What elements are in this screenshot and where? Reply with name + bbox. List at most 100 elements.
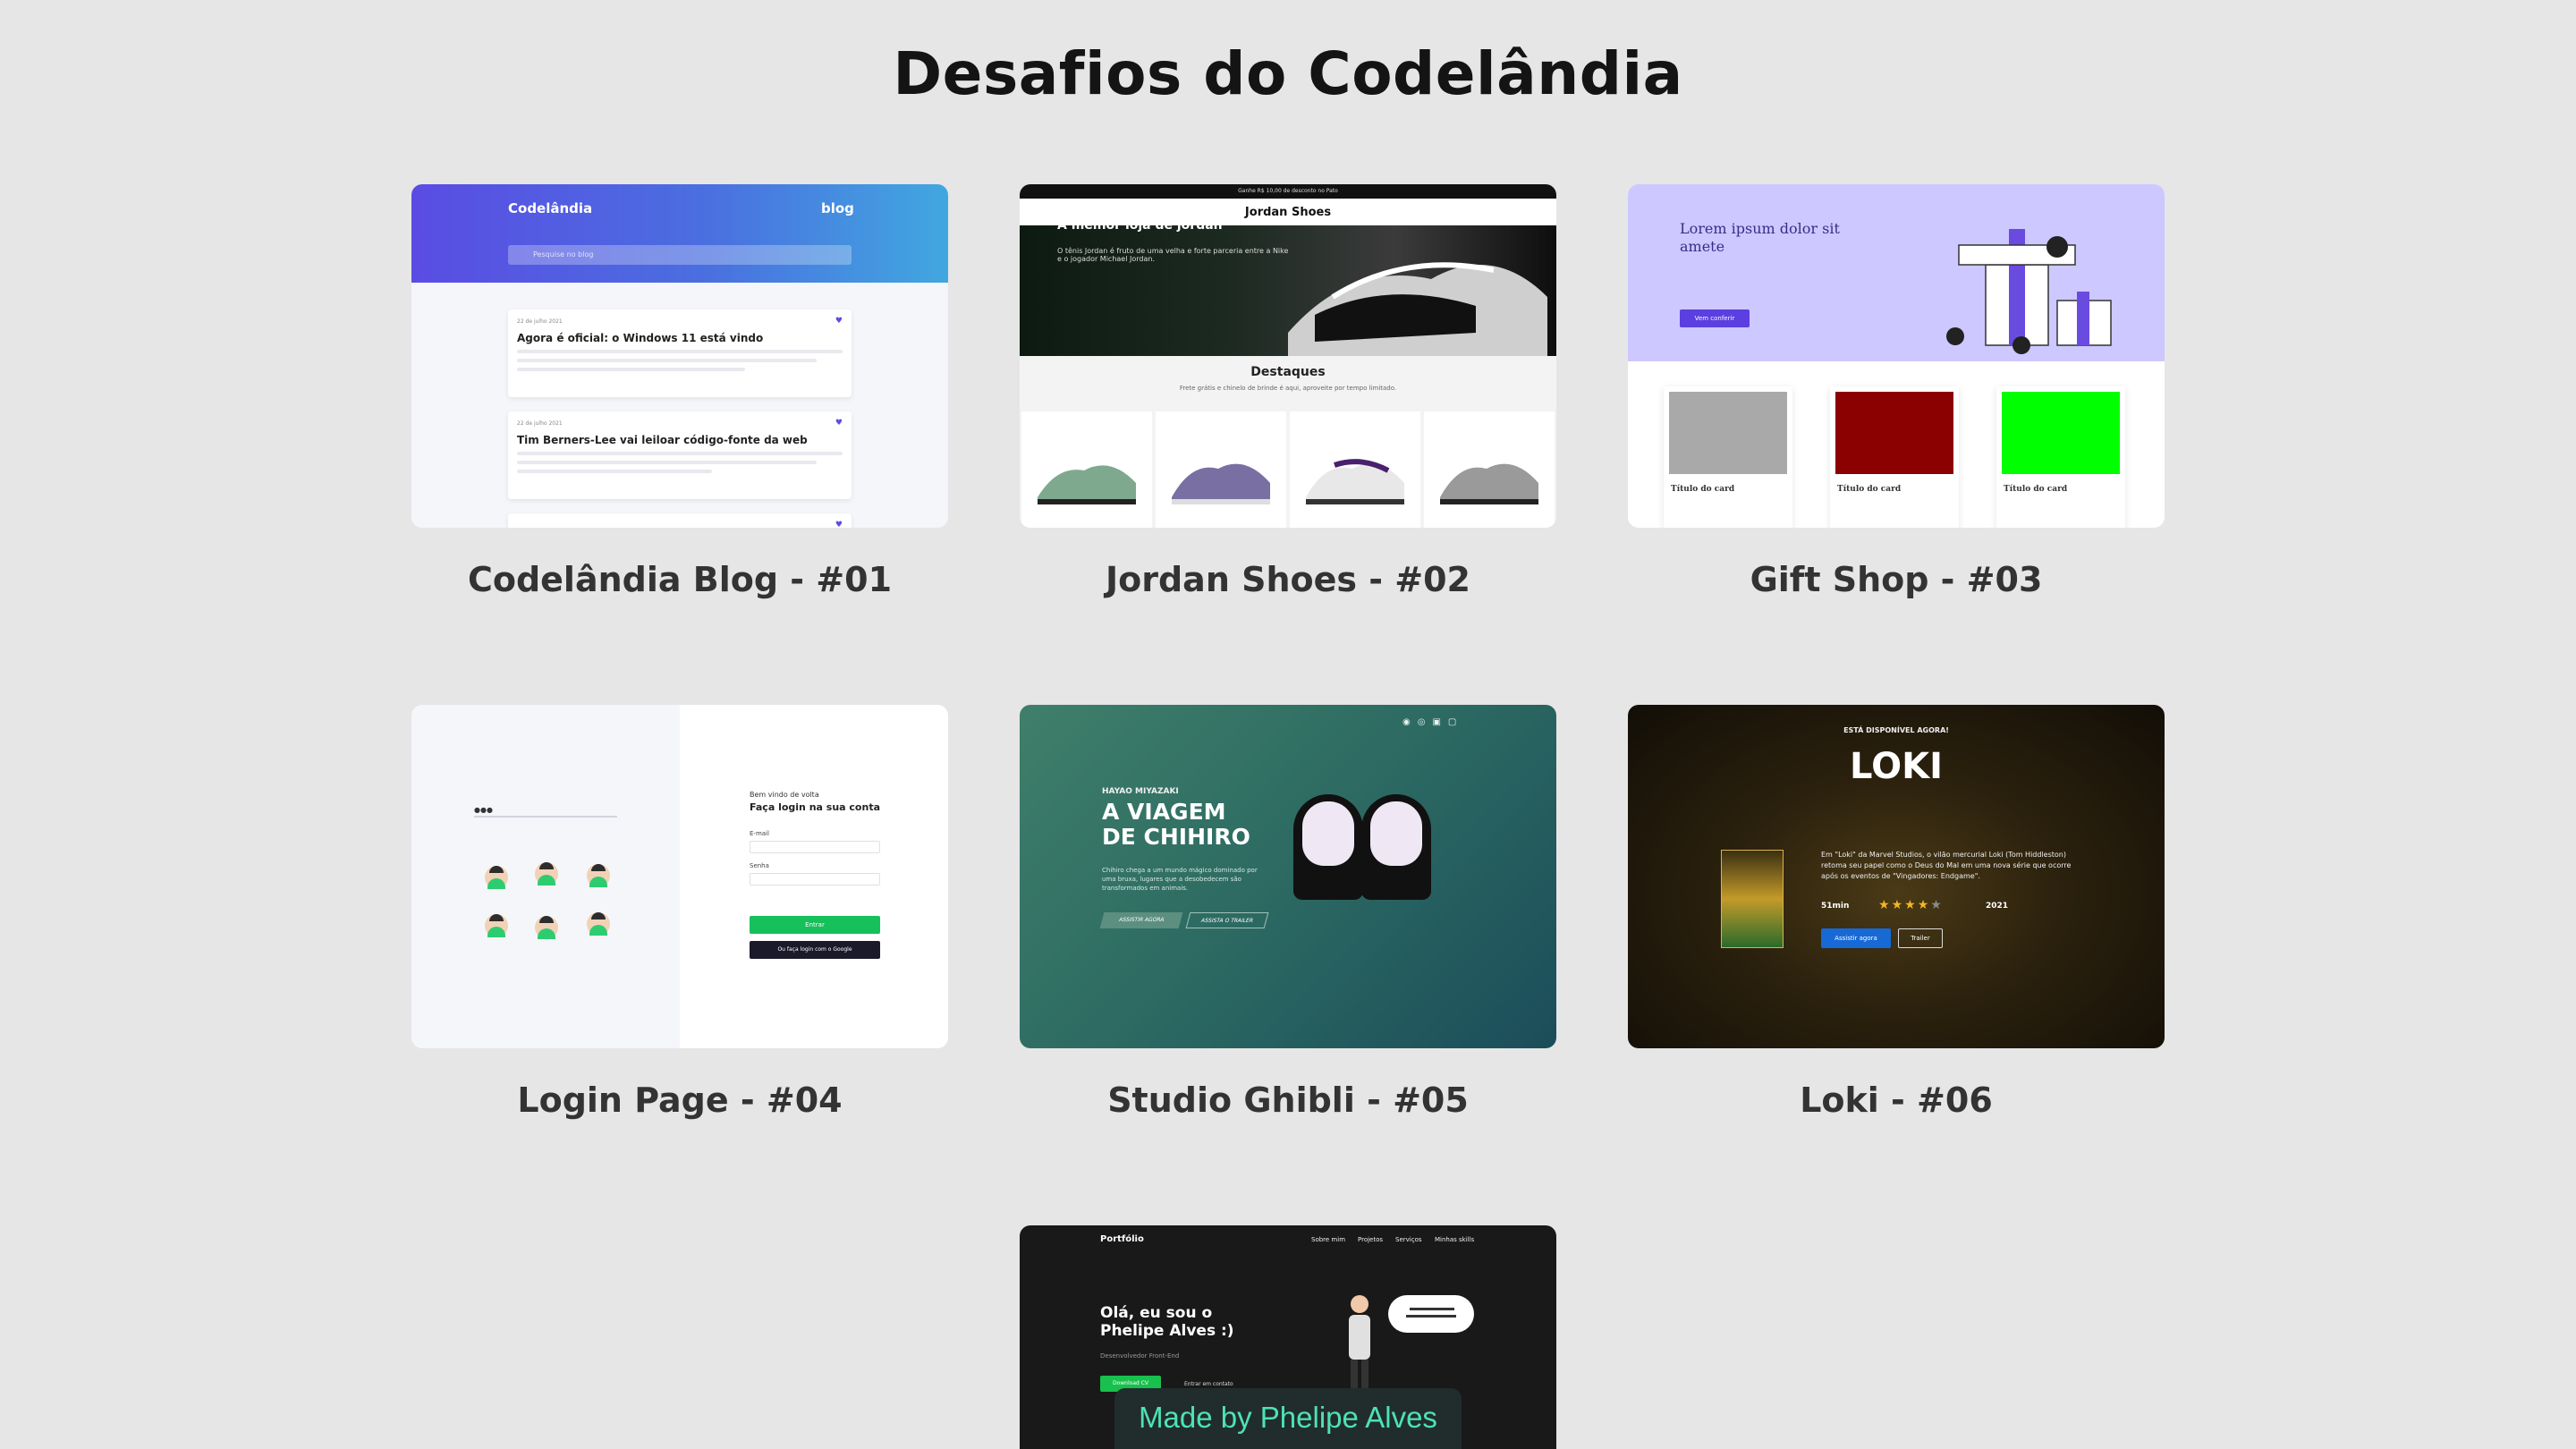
hero-kicker: ESTÁ DISPONÍVEL AGORA! [1843,726,1949,734]
project-card-gift-shop[interactable]: Lorem ipsum dolor sit amete Vem conferir… [1628,184,2165,599]
no-face-figure [1361,794,1431,900]
star-icon: ★ [1930,898,1944,912]
made-by-badge[interactable]: Made by Phelipe Alves [1114,1388,1462,1449]
divider [474,816,617,818]
hero-title: Lorem ipsum dolor sit amete [1680,220,1840,255]
login-form-panel: Bem vindo de volta Faça login na sua con… [680,705,948,1048]
hero-title-line: Olá, eu sou o [1100,1304,1213,1322]
card-title: Título do card [2004,485,2068,494]
post-date: 22 de julho 2021 [517,318,563,325]
project-card-jordan[interactable]: Ganhe R$ 10,00 de desconto no Pato Jorda… [1020,184,1556,599]
card-image [1669,392,1787,474]
project-card-ghibli[interactable]: ◉◎▣▢ HAYAO MIYAZAKI A VIAGEM DE CHIHIRO … [1020,705,1556,1120]
project-title[interactable]: Jordan Shoes - #02 [966,560,1610,599]
hero-title: LOKI [1850,746,1943,787]
welcome-text: Bem vindo de volta [750,791,819,799]
project-title[interactable]: Login Page - #04 [358,1080,1002,1120]
text-line [517,452,843,455]
sneaker-image [1306,459,1404,504]
avatar [587,912,610,936]
avatar [535,916,558,939]
post-title: Agora é oficial: o Windows 11 está vindo [517,332,764,344]
dots-icon: ●●● [474,806,493,814]
project-title[interactable]: Gift Shop - #03 [1574,560,2218,599]
password-field [750,873,880,886]
star-icon: ★ [1917,898,1931,912]
nav-item: Minhas skills [1435,1236,1475,1243]
project-title[interactable]: Codelândia Blog - #01 [358,560,1002,599]
page-title: Desafios do Codelândia [893,39,1683,108]
card-title: Título do card [1671,485,1735,494]
heart-icon: ♥ [835,521,843,528]
hero-kicker: HAYAO MIYAZAKI [1102,787,1179,796]
hero-title-line: A VIAGEM [1102,799,1226,825]
product-card [1424,411,1555,528]
blog-post: ♥ 22 de julho 2021 Agora é oficial: o Wi… [508,309,852,397]
project-thumbnail[interactable]: ◉◎▣▢ HAYAO MIYAZAKI A VIAGEM DE CHIHIRO … [1020,705,1556,1048]
project-thumbnail[interactable]: ●●● Bem vindo de volta Faça login na sua… [411,705,948,1048]
star-icon: ★ [1904,898,1918,912]
avatar [587,864,610,887]
card-image [2002,392,2120,474]
hero-title-line: DE CHIHIRO [1102,824,1250,850]
poster-image [1721,850,1784,948]
project-title[interactable]: Loki - #06 [1574,1080,2218,1120]
text-line [517,359,817,362]
star-icon: ★ [1878,898,1892,912]
jordan-hero [1020,225,1556,356]
avatar [485,866,508,889]
contact-link: Entrar em contato [1184,1381,1233,1387]
hero-title: A melhor loja de jordan [1057,218,1223,233]
card-image [1835,392,1953,474]
role-text: Desenvolvedor Front-End [1100,1352,1180,1360]
hero-subtitle: O tênis Jordan é fruto de uma velha e fo… [1057,247,1289,263]
nav-item: Projetos [1358,1236,1384,1243]
email-field [750,841,880,853]
heart-icon: ♥ [835,317,843,326]
project-thumbnail[interactable]: Lorem ipsum dolor sit amete Vem conferir… [1628,184,2165,528]
sneaker-image [1440,463,1538,504]
project-title[interactable]: Studio Ghibli - #05 [966,1080,1610,1120]
promo-bar: Ganhe R$ 10,00 de desconto no Pato [1020,184,1556,199]
text-line [517,350,843,353]
trailer-button: Trailer [1898,928,1943,948]
avatar [535,862,558,886]
section-subtitle: Frete grátis e chinelo de brinde é aqui,… [1179,385,1397,392]
hero-button: Vem conferir [1680,309,1750,327]
project-thumbnail[interactable]: ESTÁ DISPONÍVEL AGORA! LOKI Em "Loki" da… [1628,705,2165,1048]
product-card [1021,411,1152,528]
nav-item: Sobre mim [1311,1236,1346,1243]
post-date: 22 de julho 2021 [517,420,563,427]
hero-text: Em "Loki" da Marvel Studios, o vilão mer… [1821,851,2072,880]
project-card-blog[interactable]: Codelândia blog Pesquise no blog ♥ 22 de… [411,184,948,599]
trailer-button: ASSISTA O TRAILER [1185,912,1269,928]
hero-title: Olá, eu sou o Phelipe Alves :) [1100,1304,1234,1340]
hero-title-line: Phelipe Alves :) [1100,1322,1234,1340]
watch-button: Assistir agora [1821,928,1891,948]
post-title: Tim Berners-Lee vai leiloar código-fonte… [517,434,808,446]
login-illustration-panel: ●●● [411,705,680,1048]
product-card [1290,411,1420,528]
password-label: Senha [750,862,769,869]
section-title: Destaques [1250,365,1326,379]
project-card-login[interactable]: ●●● Bem vindo de volta Faça login na sua… [411,705,948,1120]
project-card-loki[interactable]: ESTÁ DISPONÍVEL AGORA! LOKI Em "Loki" da… [1628,705,2165,1120]
text-line [517,368,745,371]
blog-post: ♥ 22 de julho 2021 Tim Berners-Lee vai l… [508,411,852,499]
project-thumbnail[interactable]: Codelândia blog Pesquise no blog ♥ 22 de… [411,184,948,528]
text-line [517,470,713,473]
blog-logo: Codelândia [508,200,593,216]
speech-bubble [1388,1295,1474,1333]
blog-post: ♥ [508,513,852,528]
blog-hero [411,184,948,283]
star-icon: ★ [1891,898,1905,912]
product-card: Título do card [1664,386,1792,528]
login-heading: Faça login na sua conta [750,801,881,813]
nav-item: Serviços [1395,1236,1422,1243]
project-thumbnail[interactable]: Ganhe R$ 10,00 de desconto no Pato Jorda… [1020,184,1556,528]
login-button: Entrar [750,916,880,934]
product-card: Título do card [1830,386,1959,528]
sneaker-image [1172,463,1270,504]
product-card: Título do card [1996,386,2125,528]
release-year: 2021 [1986,902,2009,911]
